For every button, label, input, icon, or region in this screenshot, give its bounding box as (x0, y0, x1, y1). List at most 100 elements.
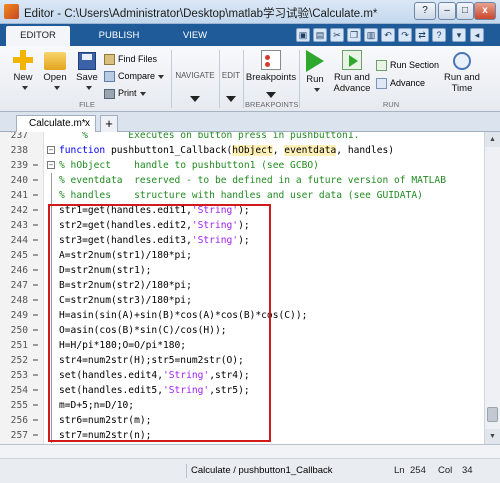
status-function-name: Calculate / pushbutton1_Callback (186, 464, 333, 478)
run-and-advance-label-2: Advance (333, 83, 371, 94)
breakpoint-dash-marker[interactable] (33, 239, 38, 241)
breakpoint-dash-marker[interactable] (33, 374, 38, 376)
save-button[interactable]: Save (70, 50, 104, 94)
line-number: 255 (10, 400, 28, 411)
line-number: 238 (10, 145, 28, 156)
breakpoint-dash-marker[interactable] (33, 284, 38, 286)
breakpoint-dash-marker[interactable] (33, 359, 38, 361)
navigate-dropdown-icon[interactable] (190, 96, 200, 102)
breakpoint-dash-marker[interactable] (33, 404, 38, 406)
breakpoint-dash-marker[interactable] (33, 194, 38, 196)
run-advance-icon (342, 50, 362, 70)
breakpoint-dash-marker[interactable] (33, 419, 38, 421)
help-button[interactable]: ? (414, 2, 436, 20)
run-and-time-button[interactable]: Run and Time (444, 50, 480, 94)
editor-ribbon: New Open Save Find Files Compare Print F… (0, 46, 500, 112)
dock-icon[interactable]: ▣ (296, 28, 310, 42)
close-tab-icon[interactable]: x (85, 116, 90, 131)
code-text: % Executes on button press in pushbutton… (59, 132, 360, 141)
tab-view[interactable]: VIEW (164, 26, 226, 46)
compare-icon (104, 71, 115, 83)
new-label: New (13, 72, 33, 83)
expand-toolstrip-icon[interactable]: ▾ (452, 28, 466, 42)
run-and-advance-button[interactable]: Run and Advance (332, 50, 372, 94)
breakpoint-dash-marker[interactable] (33, 314, 38, 316)
redo-icon[interactable]: ↷ (398, 28, 412, 42)
breakpoint-dash-marker[interactable] (33, 164, 38, 166)
line-number: 246 (10, 265, 28, 276)
breakpoints-group-label: BREAKPOINTS (245, 100, 299, 109)
run-section-button[interactable]: Run Section (376, 58, 439, 72)
tab-publish[interactable]: PUBLISH (84, 26, 154, 46)
breakpoint-dash-marker[interactable] (33, 254, 38, 256)
status-ln-value: 254 (410, 465, 426, 476)
print-label: Print (118, 88, 137, 98)
add-tab-button[interactable]: + (100, 115, 118, 132)
advance-label: Advance (390, 78, 426, 88)
help-quick-icon[interactable]: ? (432, 28, 446, 42)
compare-button[interactable]: Compare (104, 69, 165, 83)
run-button[interactable]: Run (301, 50, 329, 96)
breakpoint-dash-marker[interactable] (33, 224, 38, 226)
breakpoints-button[interactable]: Breakpoints (245, 50, 297, 83)
breakpoint-dash-marker[interactable] (33, 209, 38, 211)
run-time-stopwatch-icon (453, 52, 471, 70)
paste-icon[interactable]: ▥ (364, 28, 378, 42)
cut-icon[interactable]: ✂ (330, 28, 344, 42)
line-number: 243 (10, 220, 28, 231)
print-icon (104, 88, 115, 99)
run-section-icon (376, 60, 387, 72)
document-tab-label: Calculate.m* (29, 118, 86, 129)
print-dropdown-icon (139, 91, 146, 96)
breakpoint-dash-marker[interactable] (33, 389, 38, 391)
scroll-down-arrow-icon[interactable]: ▼ (485, 429, 500, 444)
maximize-button[interactable]: □ (456, 2, 474, 20)
advance-button[interactable]: Advance (376, 76, 425, 90)
code-line[interactable]: 238 − function pushbutton1_Callback(hObjec… (0, 143, 484, 158)
edit-dropdown-icon[interactable] (226, 96, 236, 102)
code-line[interactable]: 240 % eventdata reserved - to be defined … (0, 173, 484, 188)
undo-icon[interactable]: ↶ (381, 28, 395, 42)
print-button[interactable]: Print (104, 86, 146, 100)
dock-arrow-icon[interactable]: ◂ (470, 28, 484, 42)
tab-calculate-m[interactable]: Calculate.m* x (16, 115, 96, 132)
run-group-label: RUN (382, 100, 400, 109)
code-line[interactable]: 241 % handles structure with handles and … (0, 188, 484, 203)
line-number: 250 (10, 325, 28, 336)
code-line[interactable]: 239 −% hObject handle to pushbutton1 (see… (0, 158, 484, 173)
copy-icon[interactable]: ❐ (347, 28, 361, 42)
close-button[interactable]: x (474, 2, 496, 20)
run-play-icon (306, 50, 324, 72)
window-title: Editor - C:\Users\Administrator\Desktop\… (24, 8, 378, 20)
breakpoint-dash-marker[interactable] (33, 179, 38, 181)
run-dropdown-icon (313, 88, 320, 93)
breakpoint-dash-marker[interactable] (33, 434, 38, 436)
breakpoint-dash-marker[interactable] (33, 269, 38, 271)
separator (243, 50, 244, 108)
breakpoints-dropdown-icon[interactable] (266, 92, 276, 98)
breakpoint-dash-marker[interactable] (33, 299, 38, 301)
toolstrip-tabs: EDITOR PUBLISH VIEW ▣ ▤ ✂ ❐ ▥ ↶ ↷ ⇄ ? ▾ … (0, 24, 500, 46)
open-button[interactable]: Open (38, 50, 72, 94)
tab-editor[interactable]: EDITOR (6, 26, 70, 46)
breakpoint-dash-marker[interactable] (33, 329, 38, 331)
vertical-scrollbar[interactable]: ▲ ▼ (484, 132, 500, 444)
code-text: function pushbutton1_Callback(hObject, e… (59, 145, 395, 156)
code-fold-icon[interactable]: − (47, 161, 55, 169)
code-editor[interactable]: 237 % Executes on button press in pushbu… (0, 132, 484, 444)
save-disk-icon (78, 52, 96, 70)
run-and-time-label-2: Time (451, 83, 473, 94)
minimize-button[interactable]: – (438, 2, 456, 20)
find-files-button[interactable]: Find Files (104, 52, 157, 66)
breakpoint-dash-marker[interactable] (33, 344, 38, 346)
new-button[interactable]: New (6, 50, 40, 94)
code-line[interactable]: 237 % Executes on button press in pushbu… (0, 132, 484, 143)
switch-windows-icon[interactable]: ⇄ (415, 28, 429, 42)
horizontal-scrollbar[interactable] (0, 445, 500, 459)
line-number: 244 (10, 235, 28, 246)
scroll-up-arrow-icon[interactable]: ▲ (485, 132, 500, 147)
code-fold-icon[interactable]: − (47, 146, 55, 154)
scroll-thumb[interactable] (487, 407, 498, 422)
line-number: 249 (10, 310, 28, 321)
save-quick-icon[interactable]: ▤ (313, 28, 327, 42)
